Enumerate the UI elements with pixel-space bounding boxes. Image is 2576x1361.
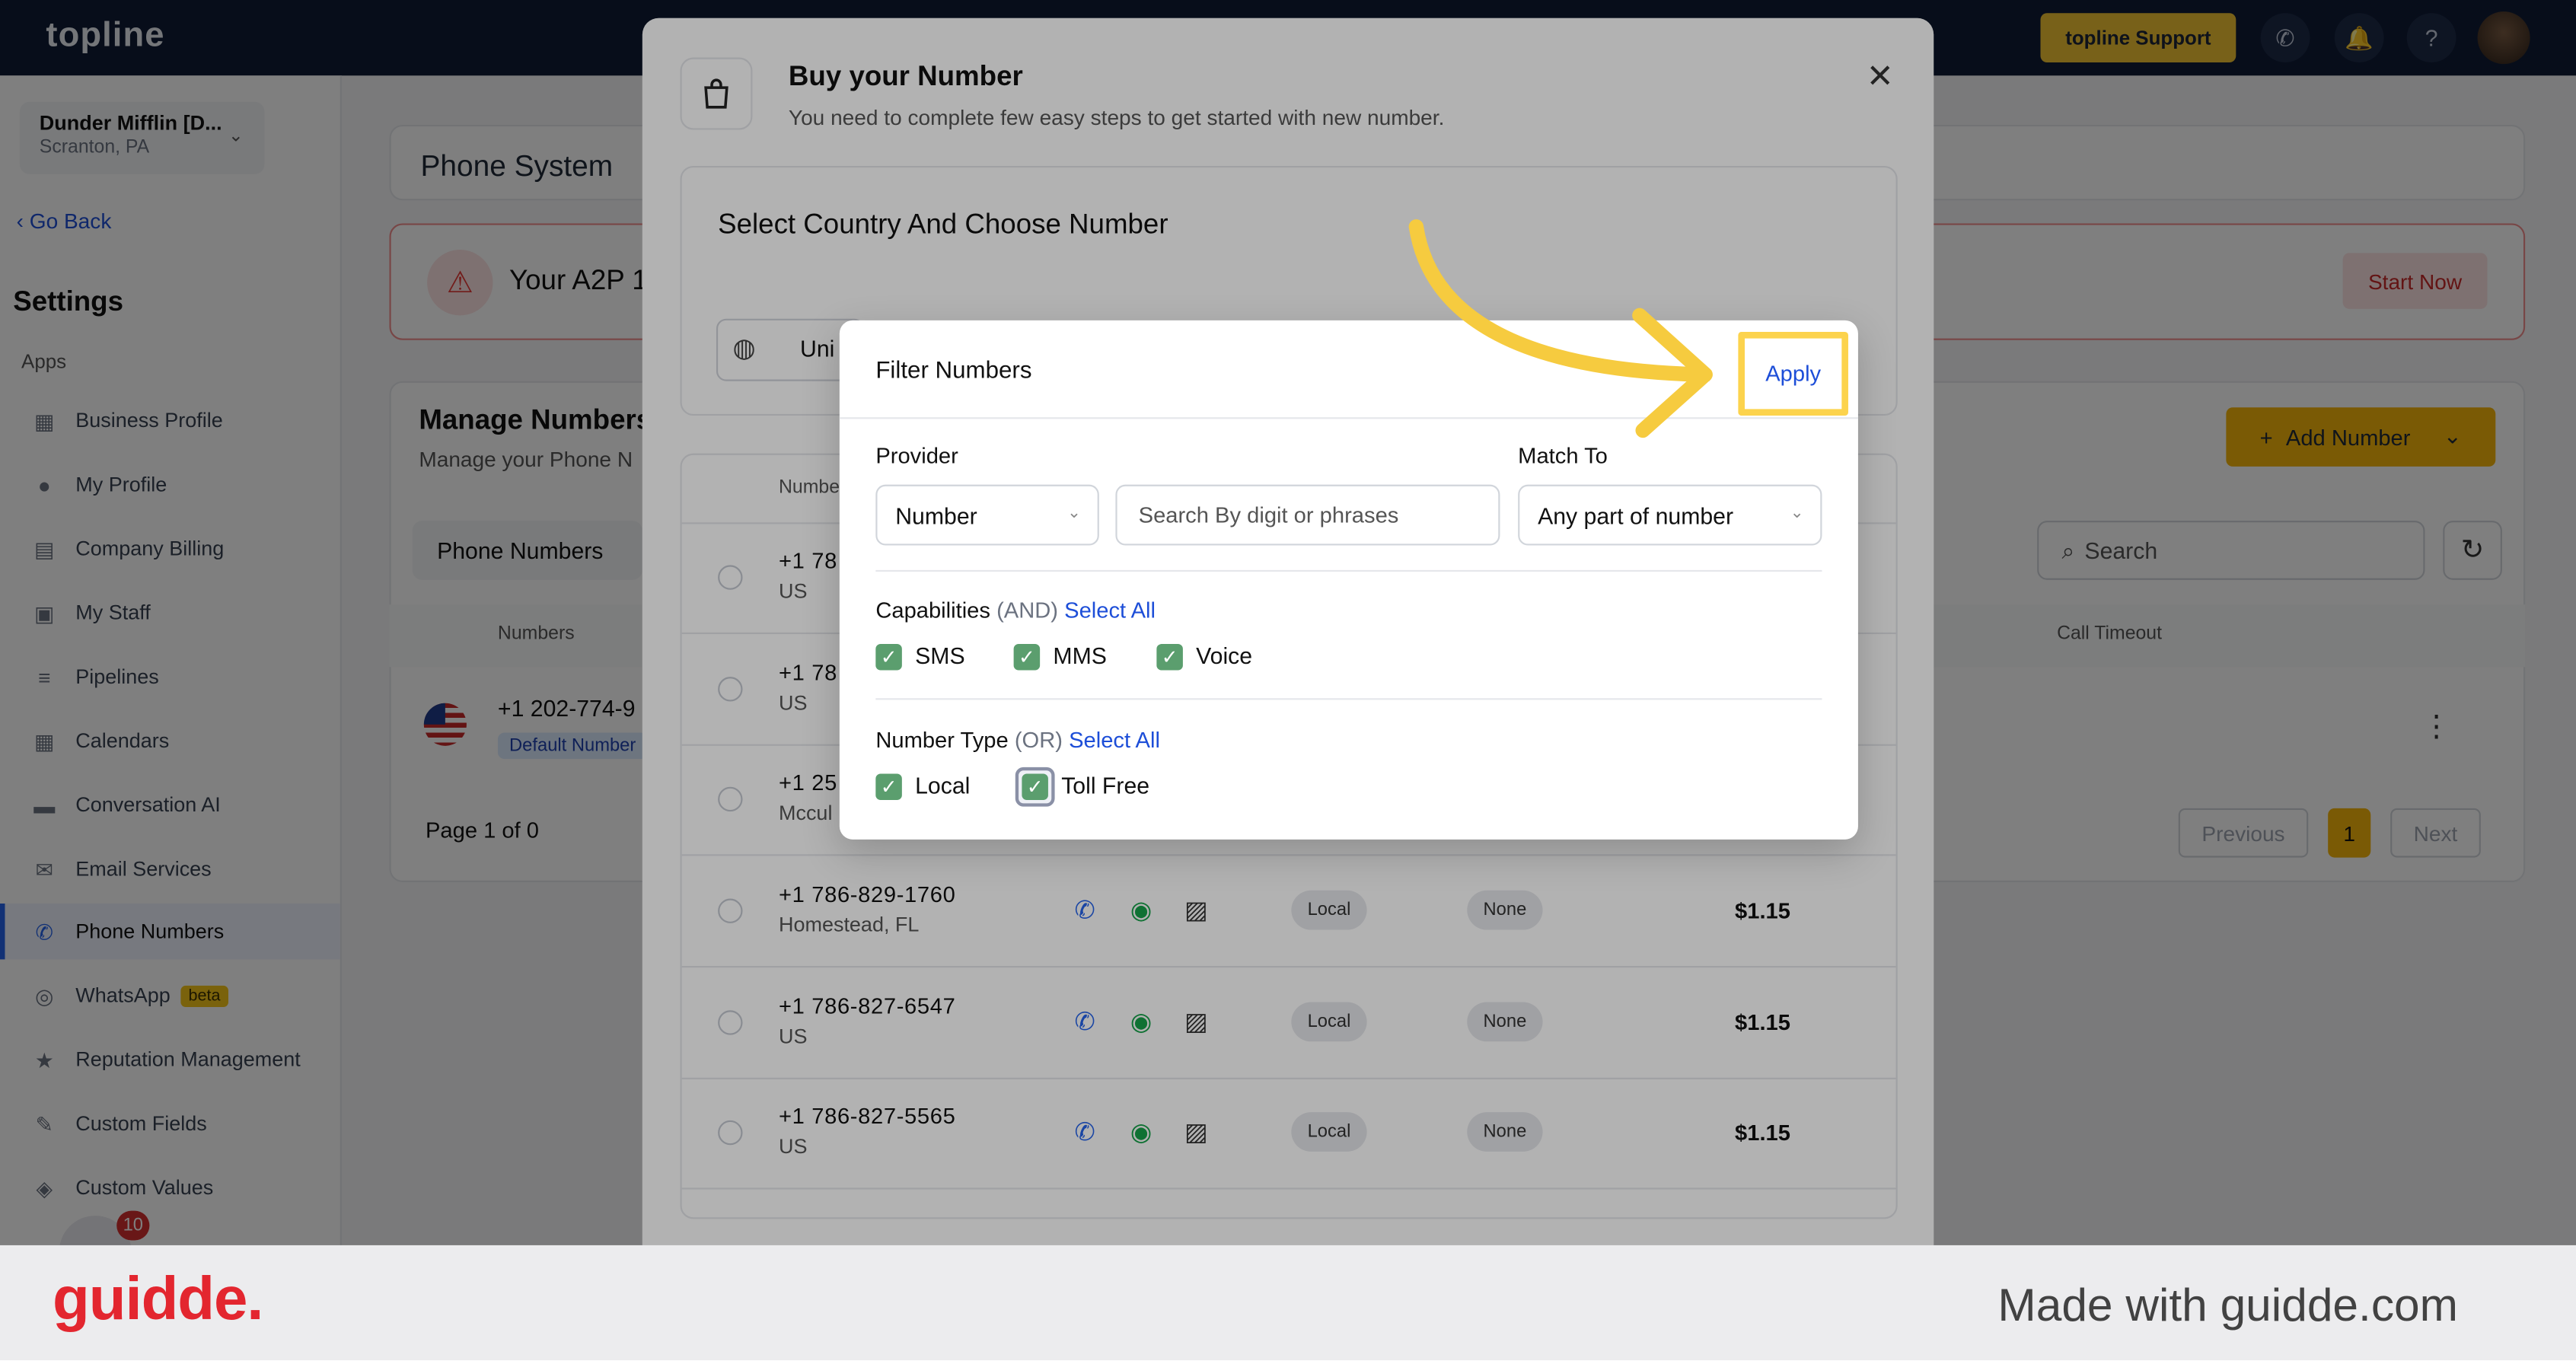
chevron-down-icon: ⌄: [1066, 504, 1082, 523]
sms-checkbox-label: SMS: [915, 642, 965, 669]
guide-arrow-icon: [1408, 219, 1713, 438]
toll-free-checkbox-label: Toll Free: [1061, 772, 1150, 798]
capabilities-text: Capabilities: [875, 598, 990, 623]
match-to-label: Match To: [1518, 443, 1608, 469]
divider: [875, 698, 1822, 700]
voice-checkbox-label: Voice: [1196, 642, 1253, 669]
provider-label: Provider: [875, 443, 958, 469]
number-type-select-all-link[interactable]: Select All: [1069, 728, 1160, 752]
sms-checkbox[interactable]: ✓: [875, 644, 902, 671]
chevron-down-icon: ⌄: [1790, 504, 1804, 523]
divider: [875, 569, 1822, 572]
capabilities-hint: (AND): [996, 598, 1059, 623]
match-to-select[interactable]: Any part of number ⌄: [1518, 484, 1822, 546]
apply-button[interactable]: Apply: [1738, 331, 1848, 416]
provider-value: Number: [895, 502, 977, 528]
local-checkbox-label: Local: [915, 772, 971, 798]
filter-title: Filter Numbers: [875, 358, 1032, 385]
voice-checkbox[interactable]: ✓: [1156, 644, 1183, 671]
capabilities-select-all-link[interactable]: Select All: [1064, 598, 1156, 623]
digit-search-input[interactable]: Search By digit or phrases: [1115, 484, 1500, 546]
local-checkbox[interactable]: ✓: [875, 773, 902, 801]
guidde-logo: guidde.: [53, 1264, 263, 1333]
made-with-text: Made with guidde.com: [1997, 1280, 2459, 1331]
number-type-hint: (OR): [1014, 728, 1063, 753]
provider-select[interactable]: Number ⌄: [875, 484, 1099, 546]
capabilities-label: Capabilities (AND) Select All: [875, 598, 1156, 623]
mms-checkbox[interactable]: ✓: [1013, 644, 1041, 671]
digit-search-placeholder: Search By digit or phrases: [1138, 502, 1399, 528]
mms-checkbox-label: MMS: [1053, 642, 1107, 669]
match-to-value: Any part of number: [1538, 502, 1734, 528]
number-type-text: Number Type: [875, 728, 1009, 753]
toll-free-checkbox[interactable]: ✓: [1022, 773, 1048, 801]
number-type-label: Number Type (OR) Select All: [875, 728, 1160, 752]
